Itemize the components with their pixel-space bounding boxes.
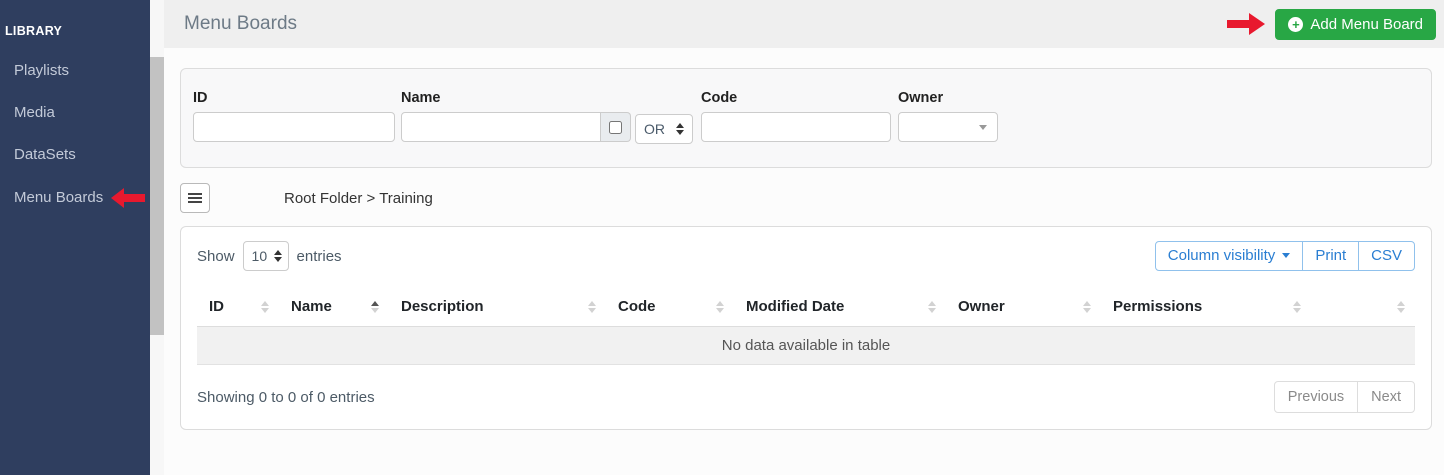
filter-code-label: Code: [701, 90, 738, 106]
csv-button[interactable]: CSV: [1358, 241, 1415, 271]
filter-owner-label: Owner: [898, 90, 944, 106]
sidebar-item-menu-boards[interactable]: Menu Boards: [0, 188, 150, 208]
plus-circle-icon: [1288, 16, 1304, 32]
table-toolbar: Show 10 entries Column visibility Print: [197, 241, 1415, 271]
column-header-description[interactable]: Description: [389, 287, 606, 327]
add-menu-board-button[interactable]: Add Menu Board: [1275, 8, 1436, 40]
page-length-control: Show 10 entries: [197, 241, 342, 271]
pagination: Previous Next: [1273, 381, 1415, 413]
filter-id-input[interactable]: [193, 112, 395, 142]
filter-id-label: ID: [193, 90, 208, 106]
entries-label: entries: [296, 247, 342, 265]
sidebar: LIBRARY Playlists Media DataSets Menu Bo…: [0, 0, 150, 475]
sort-icon: [588, 300, 596, 313]
caret-down-icon: [1282, 253, 1291, 258]
content: ID Name OR Code Owner Root Folder > Trai…: [164, 48, 1444, 430]
scrollbar-thumb[interactable]: [150, 57, 164, 335]
hamburger-icon: [188, 193, 202, 203]
filter-id-group: ID: [193, 90, 395, 142]
sidebar-item-media[interactable]: Media: [0, 104, 150, 122]
column-header-code[interactable]: Code: [606, 287, 734, 327]
table-empty-row: No data available in table: [197, 326, 1415, 365]
sort-icon: [261, 300, 269, 313]
sort-icon: [928, 300, 936, 313]
empty-message: No data available in table: [197, 326, 1415, 365]
filter-name-group: Name: [401, 90, 631, 142]
table-footer: Showing 0 to 0 of 0 entries Previous Nex…: [197, 381, 1415, 413]
column-visibility-button[interactable]: Column visibility: [1154, 241, 1304, 271]
header-actions: Add Menu Board: [1227, 8, 1436, 40]
column-header-owner[interactable]: Owner: [946, 287, 1101, 327]
filter-panel: ID Name OR Code Owner: [180, 68, 1432, 168]
sidebar-nav: Playlists Media DataSets Menu Boards: [0, 62, 150, 208]
column-header-actions[interactable]: [1311, 287, 1415, 327]
column-header-id[interactable]: ID: [197, 287, 279, 327]
breadcrumb: Root Folder > Training: [284, 189, 433, 207]
folder-tree-toggle-button[interactable]: [180, 183, 210, 213]
sort-icon: [1293, 300, 1301, 313]
filter-owner-select[interactable]: [898, 112, 998, 142]
sort-icon: [716, 300, 724, 313]
column-header-modified-date[interactable]: Modified Date: [734, 287, 946, 327]
sort-asc-icon: [371, 300, 379, 313]
page-title: Menu Boards: [184, 13, 298, 34]
table-export-buttons: Column visibility Print CSV: [1154, 241, 1415, 271]
column-header-permissions[interactable]: Permissions: [1101, 287, 1311, 327]
annotation-arrow-left-icon: [111, 188, 146, 208]
sidebar-item-datasets[interactable]: DataSets: [0, 146, 150, 164]
table-header-row: ID Name Description Code Modified Date O…: [197, 287, 1415, 327]
filter-owner-group: Owner: [898, 90, 998, 142]
updown-icon: [676, 123, 684, 135]
updown-icon: [273, 250, 282, 262]
menu-boards-table: ID Name Description Code Modified Date O…: [197, 287, 1415, 365]
filter-name-label: Name: [401, 90, 441, 106]
print-button[interactable]: Print: [1302, 241, 1360, 271]
filter-name-exact-checkbox[interactable]: [609, 120, 622, 134]
previous-page-button[interactable]: Previous: [1273, 381, 1359, 413]
filter-name-addon: [601, 112, 631, 142]
next-page-button[interactable]: Next: [1357, 381, 1415, 413]
filter-name-inputgroup: [401, 112, 631, 142]
page-header: Menu Boards Add Menu Board: [164, 0, 1444, 48]
filter-name-input[interactable]: [401, 112, 601, 142]
table-card: Show 10 entries Column visibility Print: [180, 226, 1432, 430]
filter-code-input[interactable]: [701, 112, 891, 142]
filter-code-group: Code: [701, 90, 891, 142]
column-header-name[interactable]: Name: [279, 287, 389, 327]
page-length-select[interactable]: 10: [242, 241, 289, 271]
show-label: Show: [197, 247, 235, 265]
breadcrumb-row: Root Folder > Training: [180, 182, 1432, 214]
caret-down-icon: [979, 124, 987, 130]
sort-icon: [1083, 300, 1091, 313]
filter-logical-operator-select[interactable]: OR: [635, 114, 693, 144]
entries-summary: Showing 0 to 0 of 0 entries: [197, 388, 375, 406]
sidebar-section-library: LIBRARY: [5, 24, 63, 38]
sort-icon: [1397, 300, 1405, 313]
annotation-arrow-right-icon: [1227, 13, 1266, 35]
main-area: Menu Boards Add Menu Board ID Name: [164, 0, 1444, 475]
sidebar-item-playlists[interactable]: Playlists: [0, 62, 150, 80]
